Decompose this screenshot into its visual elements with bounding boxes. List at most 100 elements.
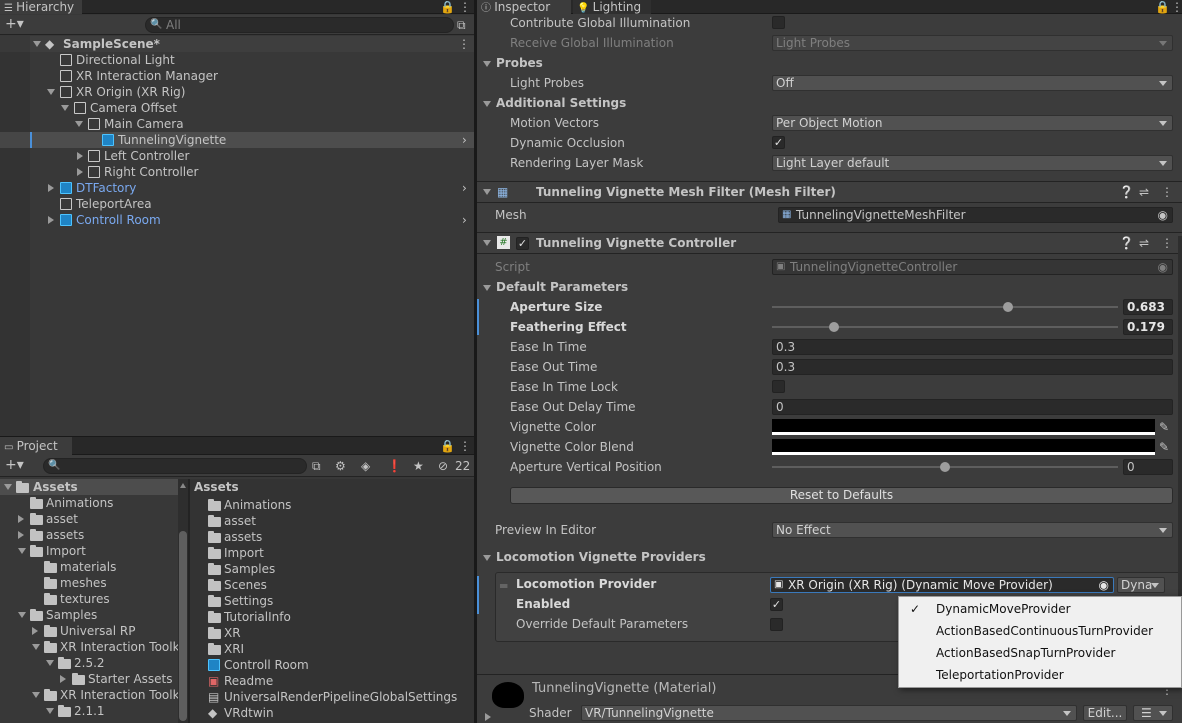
collapsed-icon[interactable] [60, 675, 66, 683]
dynamic-occlusion-checkbox[interactable]: ✓ [772, 136, 785, 149]
tree-item-textures[interactable]: textures [0, 591, 178, 607]
expand-locomotion-icon[interactable] [483, 555, 491, 561]
tree-item-materials[interactable]: materials [0, 559, 178, 575]
scene-search-icon[interactable]: ⧉ [312, 460, 321, 472]
help-icon[interactable]: ❔ [1119, 237, 1134, 249]
expand-icon[interactable] [18, 612, 26, 618]
hierarchy-item-xr-origin[interactable]: XR Origin (XR Rig) [0, 84, 474, 100]
file-item[interactable]: TutorialInfo [190, 609, 474, 625]
file-item[interactable]: XR [190, 625, 474, 641]
vignette-color-blend-swatch[interactable] [772, 439, 1155, 455]
feathering-knob[interactable] [828, 322, 839, 332]
add-icon[interactable]: +▾ [5, 17, 24, 31]
expand-icon[interactable] [46, 660, 54, 666]
expand-icon[interactable] [47, 89, 55, 95]
more-icon[interactable]: ⋮ [459, 1, 471, 13]
filter-type-icon[interactable]: ⚙ [335, 460, 346, 472]
reset-to-defaults-button[interactable]: Reset to Defaults [510, 487, 1173, 504]
more-icon[interactable]: ⋮ [459, 440, 471, 452]
hierarchy-item-teleport-area[interactable]: TeleportArea [0, 196, 474, 212]
mesh-filter-header[interactable]: ▦ Tunneling Vignette Mesh Filter (Mesh F… [477, 181, 1182, 203]
lock-icon[interactable]: 🔒 [1155, 1, 1170, 13]
tree-item-2-1-1[interactable]: 2.1.1 [0, 703, 178, 719]
file-item[interactable]: Import [190, 545, 474, 561]
info-icon[interactable]: ❗ [387, 460, 402, 472]
project-search-input[interactable]: 🔍 [43, 458, 307, 474]
provider-type-dropdown[interactable]: Dyna [1117, 577, 1165, 593]
hierarchy-item-controll-room[interactable]: Controll Room › [0, 212, 474, 228]
object-picker-icon[interactable]: ◉ [1099, 578, 1109, 592]
tab-project[interactable]: ▭ Project [0, 437, 72, 455]
file-item[interactable]: ◆ VRdtwin [190, 705, 474, 721]
scroll-thumb[interactable] [179, 531, 187, 721]
scroll-up-icon[interactable] [180, 483, 186, 488]
ease-in-lock-checkbox[interactable] [772, 380, 785, 393]
tree-item-meshes[interactable]: meshes [0, 575, 178, 591]
feathering-slider[interactable] [772, 326, 1118, 328]
scene-header-row[interactable]: ◆ SampleScene* ⋮ [0, 36, 474, 52]
file-item[interactable]: Animations [190, 497, 474, 513]
expand-scene-icon[interactable] [33, 41, 41, 47]
shader-options-button[interactable]: ☰ [1133, 705, 1173, 721]
expand-icon[interactable] [483, 189, 491, 195]
tree-item-asset[interactable]: asset [0, 511, 178, 527]
star-icon[interactable]: ★ [413, 460, 424, 472]
hierarchy-item-directional-light[interactable]: Directional Light [0, 52, 474, 68]
tab-inspector[interactable]: ⓘ Inspector [477, 0, 571, 14]
hierarchy-item-left-controller[interactable]: Left Controller [0, 148, 474, 164]
collapsed-icon[interactable] [18, 531, 24, 539]
aperture-size-slider[interactable] [772, 306, 1118, 308]
component-more-icon[interactable]: ⋮ [1161, 237, 1173, 249]
aperture-vertical-knob[interactable] [940, 462, 950, 472]
ease-out-input[interactable]: 0.3 [772, 359, 1173, 375]
expand-icon[interactable] [46, 708, 54, 714]
preview-dropdown[interactable]: No Effect [772, 522, 1173, 538]
light-probes-dropdown[interactable]: Off [772, 75, 1173, 91]
hierarchy-item-tunneling-vignette[interactable]: TunnelingVignette › [0, 132, 474, 148]
tree-item-animations[interactable]: Animations [0, 495, 178, 511]
chevron-right-icon[interactable]: › [462, 182, 467, 194]
presets-icon[interactable]: ⇌ [1139, 237, 1149, 249]
expand-icon[interactable] [4, 484, 12, 490]
tree-item-samples[interactable]: Samples [0, 607, 178, 623]
aperture-size-knob[interactable] [1003, 302, 1014, 312]
override-params-checkbox[interactable] [770, 618, 783, 631]
object-picker-icon[interactable]: ◉ [1158, 208, 1168, 222]
more-icon[interactable]: ⋮ [1171, 1, 1182, 13]
expand-icon[interactable] [75, 121, 83, 127]
tree-scrollbar[interactable] [178, 479, 188, 723]
lock-icon[interactable]: 🔒 [440, 440, 455, 452]
file-item[interactable]: assets [190, 529, 474, 545]
collapsed-icon[interactable] [77, 152, 83, 160]
expand-probes-icon[interactable] [483, 61, 491, 67]
breadcrumb[interactable]: Assets [194, 479, 239, 495]
menu-item-snap-turn[interactable]: ActionBasedSnapTurnProvider [899, 642, 1181, 664]
component-more-icon[interactable]: ⋮ [1161, 186, 1173, 198]
expand-icon[interactable] [32, 644, 40, 650]
contribute-gi-checkbox[interactable] [772, 16, 785, 29]
aperture-vertical-input[interactable]: 0 [1123, 459, 1173, 475]
rendering-layer-mask-dropdown[interactable]: Light Layer default [772, 155, 1173, 171]
hierarchy-item-xr-interaction-manager[interactable]: XR Interaction Manager [0, 68, 474, 84]
tree-item-xr-toolkit-1[interactable]: XR Interaction Toolk [0, 639, 180, 655]
shader-edit-button[interactable]: Edit... [1083, 705, 1127, 721]
shader-dropdown[interactable]: VR/TunnelingVignette [581, 705, 1077, 721]
drag-handle-icon[interactable]: ═ [500, 580, 507, 592]
help-icon[interactable]: ❔ [1119, 186, 1134, 198]
tab-hierarchy[interactable]: ☰ Hierarchy [0, 0, 82, 14]
file-item[interactable]: XRI [190, 641, 474, 657]
tree-item-import[interactable]: Import [0, 543, 178, 559]
collapsed-icon[interactable] [77, 168, 83, 176]
expand-icon[interactable] [32, 692, 40, 698]
menu-item-continuous-turn[interactable]: ActionBasedContinuousTurnProvider [899, 620, 1181, 642]
collapsed-icon[interactable] [48, 216, 54, 224]
expand-material-icon[interactable] [485, 713, 491, 721]
expand-additional-icon[interactable] [483, 101, 491, 107]
expand-default-params-icon[interactable] [483, 285, 491, 291]
tree-item-starter-assets[interactable]: Starter Assets [0, 671, 178, 687]
vignette-color-swatch[interactable] [772, 419, 1155, 435]
eyedropper-icon[interactable]: ✎ [1159, 421, 1169, 433]
label-icon[interactable]: ◈ [361, 460, 370, 472]
component-enabled-checkbox[interactable]: ✓ [516, 237, 529, 250]
file-item[interactable]: ▣ Readme [190, 673, 474, 689]
